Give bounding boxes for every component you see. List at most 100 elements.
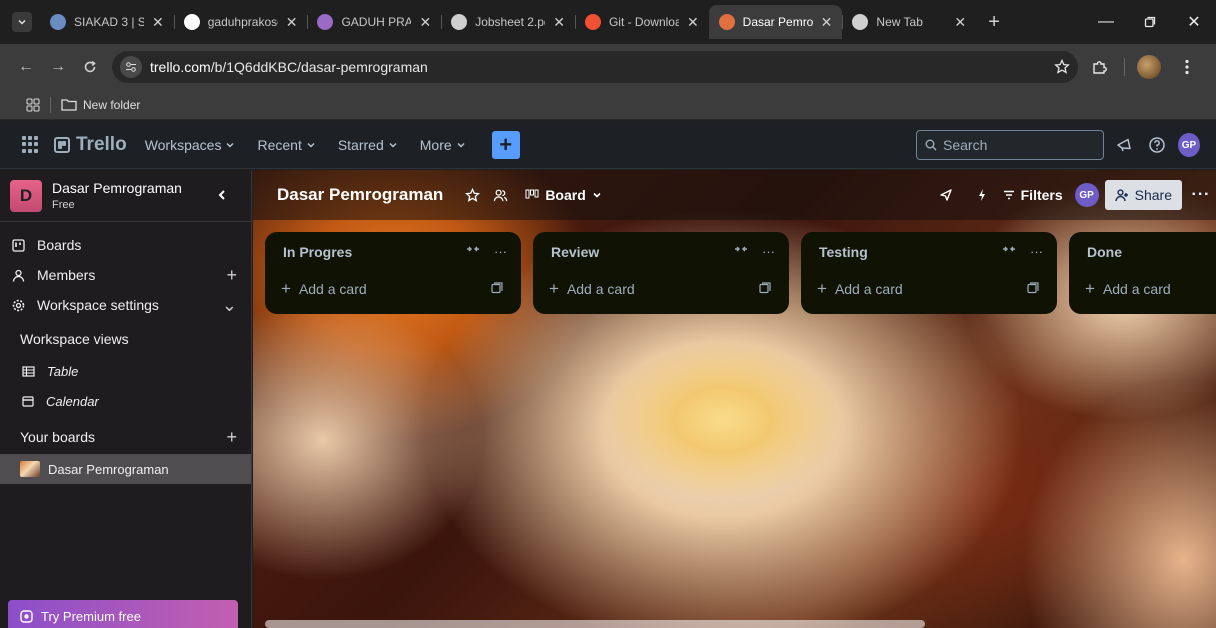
list-header: In Progres ··· <box>265 232 521 272</box>
restore-button[interactable] <box>1128 0 1172 44</box>
notifications-button[interactable] <box>1113 134 1135 156</box>
header-nav-starred[interactable]: Starred <box>338 137 398 153</box>
star-board-button[interactable] <box>459 182 485 208</box>
sidebar-nav: Boards Members + Workspace settings ⌄ <box>0 230 251 320</box>
automation-button[interactable] <box>969 182 995 208</box>
list-title[interactable]: Testing <box>819 244 868 260</box>
list-menu-icon[interactable]: ··· <box>762 244 775 259</box>
list-title[interactable]: In Progres <box>283 244 352 260</box>
add-card-button[interactable]: + Add a card <box>807 272 1051 306</box>
apps-grid-icon[interactable] <box>26 98 40 112</box>
browser-tab[interactable]: Jobsheet 2.pd ✕ <box>441 5 575 39</box>
create-button[interactable]: + <box>491 130 520 159</box>
close-tab-icon[interactable]: ✕ <box>553 14 565 31</box>
collapse-list-icon[interactable] <box>466 244 480 259</box>
browser-tab[interactable]: Dasar Pemrog ✕ <box>708 5 843 39</box>
sidebar-view-table[interactable]: Table <box>0 356 251 386</box>
filters-button[interactable]: Filters <box>1003 187 1063 203</box>
add-board-button[interactable]: + <box>226 427 237 448</box>
forward-button[interactable]: → <box>44 53 72 81</box>
close-tab-icon[interactable]: ✕ <box>419 14 431 31</box>
add-card-label: Add a card <box>834 281 903 297</box>
help-button[interactable] <box>1146 134 1168 156</box>
close-tab-icon[interactable]: ✕ <box>152 14 164 31</box>
list-title[interactable]: Done <box>1087 244 1122 260</box>
board-member-avatar[interactable]: GP <box>1074 183 1099 207</box>
board-list[interactable]: In Progres ··· + Add a card <box>265 232 521 314</box>
siakad-icon <box>317 14 334 30</box>
chevron-down-icon <box>226 142 234 148</box>
browser-tab[interactable]: Git - Downloa ✕ <box>574 5 709 39</box>
bookmark-star-button[interactable] <box>1054 59 1070 75</box>
add-card-button[interactable]: + Add a card <box>271 272 515 306</box>
site-info-button[interactable] <box>120 56 142 78</box>
browser-tab[interactable]: SIAKAD 3 | Sis ✕ <box>40 5 174 39</box>
list-actions: ··· <box>734 244 775 259</box>
puzzle-icon <box>1093 61 1107 74</box>
visibility-button[interactable] <box>487 182 513 208</box>
add-card-button[interactable]: + Add a card <box>1075 272 1216 306</box>
minimize-button[interactable]: — <box>1084 0 1128 44</box>
profile-button[interactable] <box>1135 53 1163 81</box>
card-template-icon[interactable] <box>1027 282 1039 294</box>
share-button[interactable]: Share <box>1104 180 1182 210</box>
card-template-icon[interactable] <box>759 282 771 294</box>
close-tab-icon[interactable]: ✕ <box>954 14 966 31</box>
workspace-name[interactable]: Dasar Pemrograman <box>52 180 182 196</box>
list-menu-icon[interactable]: ··· <box>1030 244 1043 259</box>
board-view-switcher[interactable]: Board <box>525 187 601 203</box>
header-nav-workspaces[interactable]: Workspaces <box>145 137 236 153</box>
board-title[interactable]: Dasar Pemrograman <box>277 185 443 205</box>
board-list[interactable]: Review ··· + Add a card <box>533 232 789 314</box>
board-menu-button[interactable]: ··· <box>1186 180 1216 210</box>
search-input[interactable]: Search <box>916 130 1104 160</box>
browser-tab[interactable]: gaduhprakoso ✕ <box>173 5 308 39</box>
account-button[interactable]: GP <box>1178 133 1200 157</box>
try-premium-button[interactable]: Try Premium free <box>8 600 238 628</box>
board-list[interactable]: Done ··· + Add a card <box>1069 232 1216 314</box>
collapse-sidebar-button[interactable] <box>211 184 233 206</box>
add-card-button[interactable]: + Add a card <box>539 272 783 306</box>
sidebar-item-members[interactable]: Members + <box>0 260 251 290</box>
sidebar-view-calendar[interactable]: Calendar <box>0 386 251 416</box>
collapse-list-icon[interactable] <box>734 244 748 259</box>
sidebar-item-boards[interactable]: Boards <box>0 230 251 260</box>
sidebar-item-action[interactable]: + <box>226 265 237 286</box>
close-tab-icon[interactable]: ✕ <box>821 14 833 31</box>
back-button[interactable]: ← <box>12 53 40 81</box>
tab-search-button[interactable] <box>12 12 32 32</box>
add-card-label: Add a card <box>1102 281 1171 297</box>
bookmark-folder[interactable]: New folder <box>61 98 140 112</box>
omnibox[interactable]: trello.com/b/1Q6ddKBC/dasar-pemrograman <box>112 51 1078 83</box>
browser-tab[interactable]: GADUH PRAK ✕ <box>307 5 441 39</box>
list-menu-icon[interactable]: ··· <box>494 244 507 259</box>
header-nav-recent[interactable]: Recent <box>257 137 315 153</box>
list-header: Review ··· <box>533 232 789 272</box>
collapse-list-icon[interactable] <box>1002 244 1016 259</box>
app-switcher-icon[interactable] <box>22 135 40 154</box>
workspace-logo[interactable]: D <box>10 179 42 212</box>
chevron-down-icon <box>389 142 397 148</box>
reload-button[interactable] <box>76 53 104 81</box>
sidebar-item-workspace-settings[interactable]: Workspace settings ⌄ <box>0 290 251 320</box>
close-window-button[interactable]: ✕ <box>1172 0 1216 44</box>
sidebar-item-action[interactable]: ⌄ <box>222 295 237 316</box>
toolbar-divider <box>1124 58 1125 76</box>
new-tab-button[interactable]: + <box>980 8 1008 36</box>
workspace-plan: Free <box>52 199 75 211</box>
workspace-sidebar: D Dasar Pemrograman Free Boards Members … <box>0 170 252 628</box>
url-text[interactable]: trello.com/b/1Q6ddKBC/dasar-pemrograman <box>150 59 1054 75</box>
sidebar-board-item[interactable]: Dasar Pemrograman <box>0 454 251 484</box>
trello-logo[interactable]: Trello <box>54 134 127 156</box>
power-ups-button[interactable] <box>933 182 959 208</box>
card-template-icon[interactable] <box>491 282 503 294</box>
extensions-button[interactable] <box>1086 53 1114 81</box>
header-nav-more[interactable]: More <box>420 137 466 153</box>
list-title[interactable]: Review <box>551 244 599 260</box>
browser-tab[interactable]: New Tab ✕ <box>842 5 976 39</box>
horizontal-scrollbar[interactable] <box>265 620 925 628</box>
board-list[interactable]: Testing ··· + Add a card <box>801 232 1057 314</box>
close-tab-icon[interactable]: ✕ <box>286 14 298 31</box>
browser-menu-button[interactable] <box>1173 53 1201 81</box>
close-tab-icon[interactable]: ✕ <box>687 14 699 31</box>
